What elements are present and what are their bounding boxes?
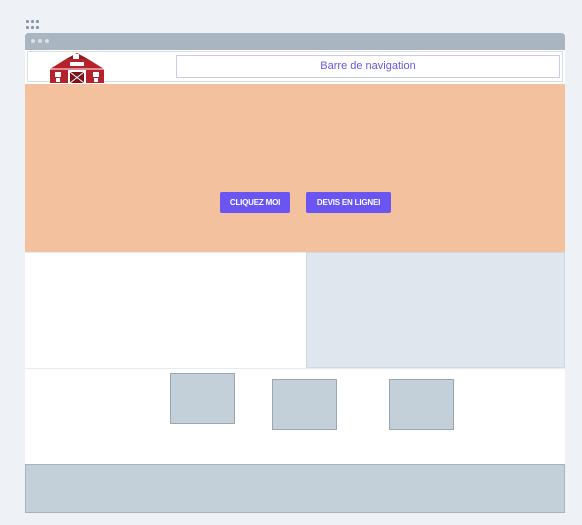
cards-section: [25, 368, 565, 464]
content-panel-left: [25, 252, 306, 368]
browser-window: Barre de navigation CLIQUEZ MOI DEVIS EN…: [25, 33, 565, 513]
drag-handle-icon[interactable]: [26, 20, 39, 30]
window-dot-icon[interactable]: [31, 39, 35, 43]
window-dot-icon[interactable]: [38, 39, 42, 43]
site-header: Barre de navigation: [27, 51, 563, 83]
window-dot-icon[interactable]: [45, 39, 49, 43]
window-controls: [31, 39, 49, 43]
content-panel-right: [306, 252, 565, 368]
hero-section: CLIQUEZ MOI DEVIS EN LIGNEI: [25, 84, 565, 252]
site-footer: [25, 464, 565, 513]
card-placeholder[interactable]: [389, 379, 454, 430]
card-placeholder[interactable]: [170, 373, 235, 424]
card-placeholder[interactable]: [272, 379, 337, 430]
click-me-button[interactable]: CLIQUEZ MOI: [220, 192, 290, 213]
window-titlebar: [25, 33, 565, 50]
barn-icon[interactable]: [46, 53, 108, 83]
navigation-bar[interactable]: Barre de navigation: [176, 55, 560, 78]
online-quote-button[interactable]: DEVIS EN LIGNEI: [306, 192, 391, 213]
